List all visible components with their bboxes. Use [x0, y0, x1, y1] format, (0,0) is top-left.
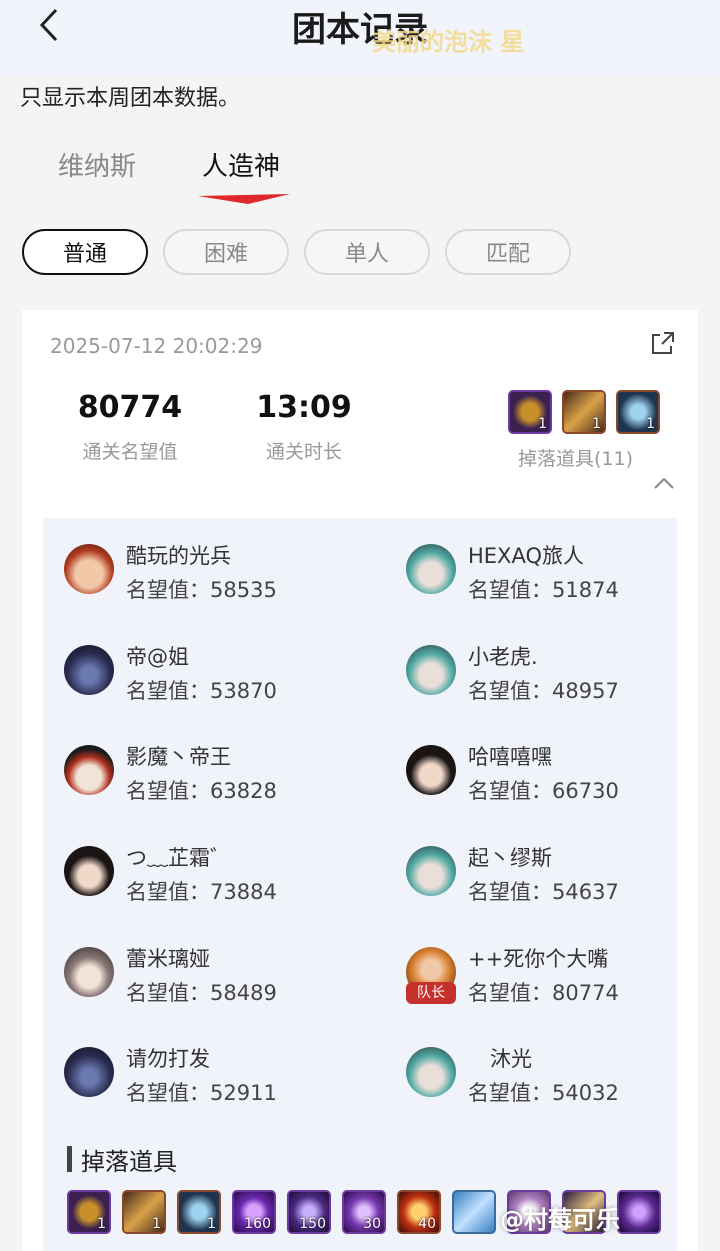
member-score: 名望值：53870	[126, 679, 277, 703]
member-score: 名望值：52911	[126, 1081, 277, 1105]
member-score: 名望值：73884	[126, 880, 277, 904]
raid-tabs: 维纳斯 人造神	[0, 140, 720, 210]
notice-text: 只显示本周团本数据。	[20, 86, 241, 111]
tab-venus[interactable]: 维纳斯	[58, 146, 136, 183]
member-name: 蕾米璃娅	[126, 947, 210, 971]
member-card[interactable]: 影魔丶帝王 名望值：63828	[64, 735, 364, 815]
member-score: 名望值：80774	[468, 981, 619, 1005]
section-marker	[67, 1146, 72, 1172]
member-name: ++死你个大嘴	[468, 947, 609, 971]
record-timestamp: 2025-07-12 20:02:29	[50, 334, 263, 358]
members-panel: 酷玩的光兵 名望值：58535 HEXAQ旅人 名望值：51874 帝@姐 名望…	[43, 518, 677, 1251]
teal-hair-avatar	[406, 645, 456, 695]
watermark: @村莓可乐	[500, 1206, 620, 1234]
member-name: 帝@姐	[126, 645, 189, 669]
top-bar: 团本记录 美丽的泡沫 星	[0, 0, 720, 76]
member-score: 名望值：51874	[468, 578, 619, 602]
member-score: 名望值：66730	[468, 779, 619, 803]
weapon-icon: 1	[562, 390, 606, 434]
filter-solo[interactable]: 单人	[304, 229, 430, 275]
black-hair-avatar	[64, 846, 114, 896]
member-card[interactable]: 起丶缪斯 名望值：54637	[406, 836, 706, 916]
drops-count-label: 掉落道具(11)	[518, 448, 634, 470]
member-score: 名望值：54637	[468, 880, 619, 904]
filter-match[interactable]: 匹配	[445, 229, 571, 275]
fame-label: 通关名望值	[82, 441, 178, 463]
member-card[interactable]: 哈嘻嘻嘿 名望值：66730	[406, 735, 706, 815]
fire-ring-icon[interactable]: 40	[397, 1190, 441, 1234]
drops-section-title: 掉落道具	[81, 1148, 177, 1176]
member-name: HEXAQ旅人	[468, 544, 584, 568]
duration-label: 通关时长	[265, 441, 342, 463]
member-name: つ﹏芷霜゛	[126, 846, 231, 870]
tab-artificial-god[interactable]: 人造神	[202, 146, 280, 183]
duration-value: 13:09	[256, 390, 352, 425]
member-name: 小老虎.	[468, 645, 538, 669]
member-card[interactable]: HEXAQ旅人 名望值：51874	[406, 534, 706, 614]
page-title: 团本记录	[292, 10, 428, 50]
crystal-icon[interactable]: 150	[287, 1190, 331, 1234]
member-score: 名望值：58535	[126, 578, 277, 602]
member-card[interactable]: 队长 ++死你个大嘴 名望值：80774	[406, 937, 706, 1017]
filter-normal[interactable]: 普通	[22, 229, 148, 275]
share-icon[interactable]	[650, 330, 676, 356]
record-card: 2025-07-12 20:02:29 80774 通关名望值 13:09 通关…	[22, 310, 698, 1251]
chevron-up-icon[interactable]	[652, 474, 676, 492]
member-name: 哈嘻嘻嘿	[468, 745, 552, 769]
red-hair-avatar	[64, 544, 114, 594]
member-score: 名望值：54032	[468, 1081, 619, 1105]
drop-summary-icons: 1 1 1	[508, 390, 668, 434]
weapon-icon[interactable]: 1	[122, 1190, 166, 1234]
purple-orb-icon[interactable]: 160	[232, 1190, 276, 1234]
member-name: 沐光	[490, 1047, 532, 1071]
purple-shard-icon[interactable]	[617, 1190, 661, 1234]
duration-stat: 13:09 通关时长	[244, 390, 364, 464]
member-card[interactable]: 帝@姐 名望值：53870	[64, 635, 364, 715]
dark-mage-avatar	[64, 645, 114, 695]
orb-icon: 1	[616, 390, 660, 434]
member-card[interactable]: つ﹏芷霜゛ 名望值：73884	[64, 836, 364, 916]
member-card[interactable]: 请勿打发 名望值：52911	[64, 1037, 364, 1117]
member-name: 请勿打发	[126, 1047, 210, 1071]
fame-value: 80774	[77, 390, 183, 425]
member-name: 起丶缪斯	[468, 846, 552, 870]
teal-hair-avatar	[406, 846, 456, 896]
ring-icon[interactable]: 1	[67, 1190, 111, 1234]
teal-hair-avatar	[406, 1047, 456, 1097]
hat-avatar	[64, 745, 114, 795]
member-name: 酷玩的光兵	[126, 544, 231, 568]
member-score: 名望值：58489	[126, 981, 277, 1005]
silver-hair-avatar	[64, 947, 114, 997]
difficulty-filters: 普通 困难 单人 匹配	[22, 229, 702, 275]
tab-active-indicator	[198, 194, 290, 204]
member-name: 影魔丶帝王	[126, 745, 231, 769]
fame-stat: 80774 通关名望值	[70, 390, 190, 464]
ring-icon: 1	[508, 390, 552, 434]
orb-icon[interactable]: 1	[177, 1190, 221, 1234]
member-card[interactable]: 酷玩的光兵 名望值：58535	[64, 534, 364, 614]
member-card[interactable]: 沐光 名望值：54032	[406, 1037, 706, 1117]
member-card[interactable]: 蕾米璃娅 名望值：58489	[64, 937, 364, 1017]
purple-stone-icon[interactable]: 30	[342, 1190, 386, 1234]
dark-mage-avatar	[64, 1047, 114, 1097]
leader-badge: 队长	[406, 982, 456, 1004]
black-hair-avatar	[406, 745, 456, 795]
member-score: 名望值：63828	[126, 779, 277, 803]
member-card[interactable]: 小老虎. 名望值：48957	[406, 635, 706, 715]
overlay-username: 美丽的泡沫 星	[372, 28, 525, 56]
scroll-icon[interactable]	[452, 1190, 496, 1234]
filter-hard[interactable]: 困难	[163, 229, 289, 275]
teal-hair-avatar	[406, 544, 456, 594]
member-score: 名望值：48957	[468, 679, 619, 703]
